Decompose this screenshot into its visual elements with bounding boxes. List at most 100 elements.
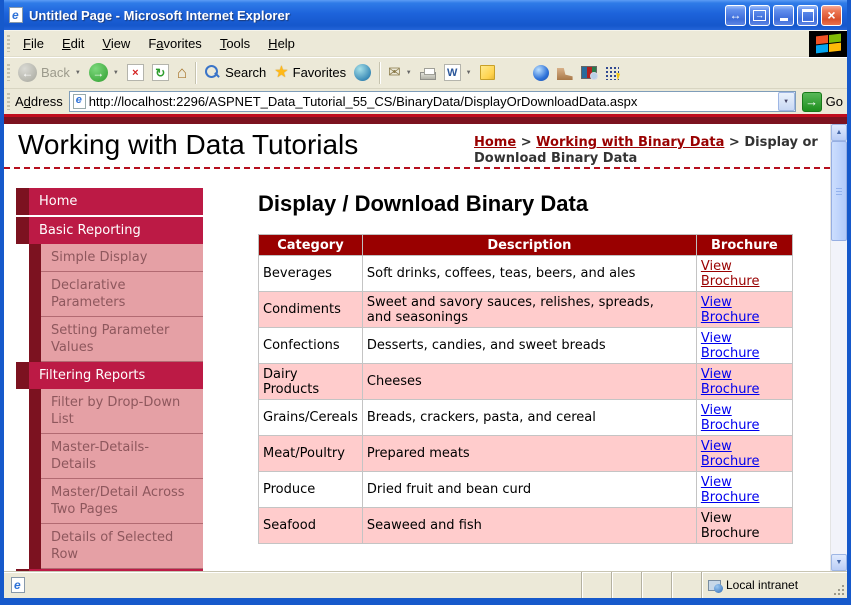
sidebar-item[interactable]: Master-Details- Details <box>29 434 203 479</box>
sidebar-item[interactable]: Master/Detail Across Two Pages <box>29 479 203 524</box>
home-icon: ⌂ <box>176 63 188 82</box>
sidebar-item-notch <box>16 569 29 571</box>
security-zone-panel: Local intranet <box>701 572 831 598</box>
category-cell: Condiments <box>258 291 363 328</box>
scroll-down-button[interactable]: ▼ <box>831 554 847 571</box>
stop-icon: × <box>126 64 144 81</box>
minimize-button[interactable] <box>773 4 794 26</box>
main-content: Display / Download Binary Data Category … <box>258 188 793 571</box>
sidebar-item-label: Master-Details- Details <box>41 434 203 479</box>
forward-button[interactable]: → ▼ <box>85 61 123 84</box>
header-category: Category <box>258 234 363 256</box>
scrollbar-track[interactable] <box>831 241 847 554</box>
resize-grip[interactable] <box>831 572 847 598</box>
mail-button[interactable]: ✉ ▼ <box>384 63 416 83</box>
scroll-up-button[interactable]: ▲ <box>831 124 847 141</box>
description-cell: Seaweed and fish <box>361 507 697 544</box>
go-button[interactable]: → Go <box>801 91 843 112</box>
favorites-button[interactable]: ★ Favorites <box>270 62 350 83</box>
sidebar-item-notch <box>29 272 41 317</box>
forward-dropdown-icon: ▼ <box>112 69 119 76</box>
table-row: Beverages Soft drinks, coffees, teas, be… <box>258 255 793 292</box>
status-panel <box>671 572 701 598</box>
vertical-scrollbar[interactable]: ▲ ▼ <box>830 124 847 571</box>
back-button[interactable]: ← Back ▼ <box>14 61 85 84</box>
header-brochure: Brochure <box>695 234 793 256</box>
address-bar: Address ▼ → Go <box>4 88 847 114</box>
category-cell: Meat/Poultry <box>258 435 363 472</box>
toolbar-grip[interactable] <box>7 64 10 81</box>
sidebar-item[interactable]: Declarative Parameters <box>29 272 203 317</box>
title-bar[interactable]: Untitled Page - Microsoft Internet Explo… <box>4 0 847 30</box>
sidebar-item-notch <box>16 217 29 244</box>
messenger-button[interactable] <box>529 63 553 83</box>
menu-bar: File Edit View Favorites Tools Help <box>4 30 847 57</box>
category-cell: Beverages <box>258 255 363 292</box>
intranet-zone-icon <box>708 579 723 593</box>
status-panel <box>581 572 611 598</box>
browser-viewport: Working with Data Tutorials Home > Worki… <box>4 124 847 571</box>
header-description: Description <box>361 234 697 256</box>
status-document-icon <box>11 577 25 593</box>
search-button[interactable]: Search <box>200 62 270 83</box>
stop-button[interactable]: × <box>123 62 148 83</box>
view-brochure-link[interactable]: View Brochure <box>701 331 760 361</box>
toolbar: ← Back ▼ → ▼ × ↻ ⌂ Search ★ Favorites ✉ … <box>4 56 847 88</box>
sidebar-item-notch <box>29 244 41 272</box>
menu-item[interactable]: View <box>93 32 139 55</box>
refresh-icon: ↻ <box>151 64 169 81</box>
addressbar-grip[interactable] <box>7 93 10 110</box>
edit-with-word-button[interactable]: W ▼ <box>440 62 476 83</box>
window-split-button[interactable] <box>725 4 746 26</box>
notes-button[interactable] <box>476 63 499 82</box>
home-button[interactable]: ⌂ <box>173 62 191 83</box>
status-message-panel <box>32 572 581 598</box>
sidebar-item[interactable]: Setting Parameter Values <box>29 317 203 362</box>
menu-item[interactable]: Help <box>259 32 304 55</box>
view-brochure-link[interactable]: View Brochure <box>701 403 760 433</box>
print-button[interactable] <box>416 64 440 82</box>
menu-item[interactable]: Favorites <box>139 32 210 55</box>
window-popout-button[interactable] <box>749 4 770 26</box>
sidebar-item-label: Simple Display <box>41 244 203 272</box>
view-brochure-link[interactable]: View Brochure <box>701 259 760 289</box>
close-button[interactable]: × <box>821 4 842 26</box>
extra-tool-button[interactable] <box>553 63 577 82</box>
page-body: Home Basic Reporting Simple Display Decl… <box>4 169 830 571</box>
sidebar-item[interactable]: Basic Reporting <box>16 217 203 244</box>
menubar-grip[interactable] <box>7 35 10 52</box>
sidebar-item-notch <box>29 434 41 479</box>
sidebar-item-partial[interactable] <box>16 569 203 571</box>
sidebar-item-label: Setting Parameter Values <box>41 317 203 362</box>
research-button[interactable] <box>577 64 601 81</box>
sidebar-item-label: Filtering Reports <box>29 362 203 389</box>
sidebar-item[interactable]: Details of Selected Row <box>29 524 203 569</box>
history-button[interactable] <box>350 62 375 83</box>
view-brochure-link: View Brochure <box>700 510 760 541</box>
sidebar-item[interactable]: Filtering Reports <box>16 362 203 389</box>
refresh-button[interactable]: ↻ <box>148 62 173 83</box>
maximize-button[interactable] <box>797 4 818 26</box>
status-icon-panel <box>4 572 32 598</box>
view-brochure-link[interactable]: View Brochure <box>701 475 760 505</box>
view-brochure-link[interactable]: View Brochure <box>701 295 760 325</box>
view-brochure-link[interactable]: View Brochure <box>701 367 760 397</box>
status-bar: Local intranet <box>4 571 847 598</box>
breadcrumb-link[interactable]: Working with Binary Data <box>536 135 724 150</box>
menu-item[interactable]: Tools <box>211 32 259 55</box>
binary-tool-button[interactable] <box>601 64 623 82</box>
sidebar-item[interactable]: Simple Display <box>29 244 203 272</box>
scrollbar-thumb[interactable] <box>831 141 847 241</box>
address-input[interactable] <box>85 94 778 109</box>
address-input-box: ▼ <box>68 91 796 112</box>
word-icon: W <box>443 64 461 81</box>
breadcrumb-item: > Working with Binary Data <box>516 135 725 150</box>
sidebar-item[interactable]: Home <box>16 188 203 215</box>
ie-document-icon <box>9 7 23 23</box>
view-brochure-link[interactable]: View Brochure <box>701 439 760 469</box>
sidebar-item[interactable]: Filter by Drop-Down List <box>29 389 203 434</box>
menu-item[interactable]: Edit <box>53 32 93 55</box>
breadcrumb-link[interactable]: Home <box>474 135 516 150</box>
menu-item[interactable]: File <box>14 32 53 55</box>
address-dropdown-button[interactable]: ▼ <box>777 92 795 111</box>
